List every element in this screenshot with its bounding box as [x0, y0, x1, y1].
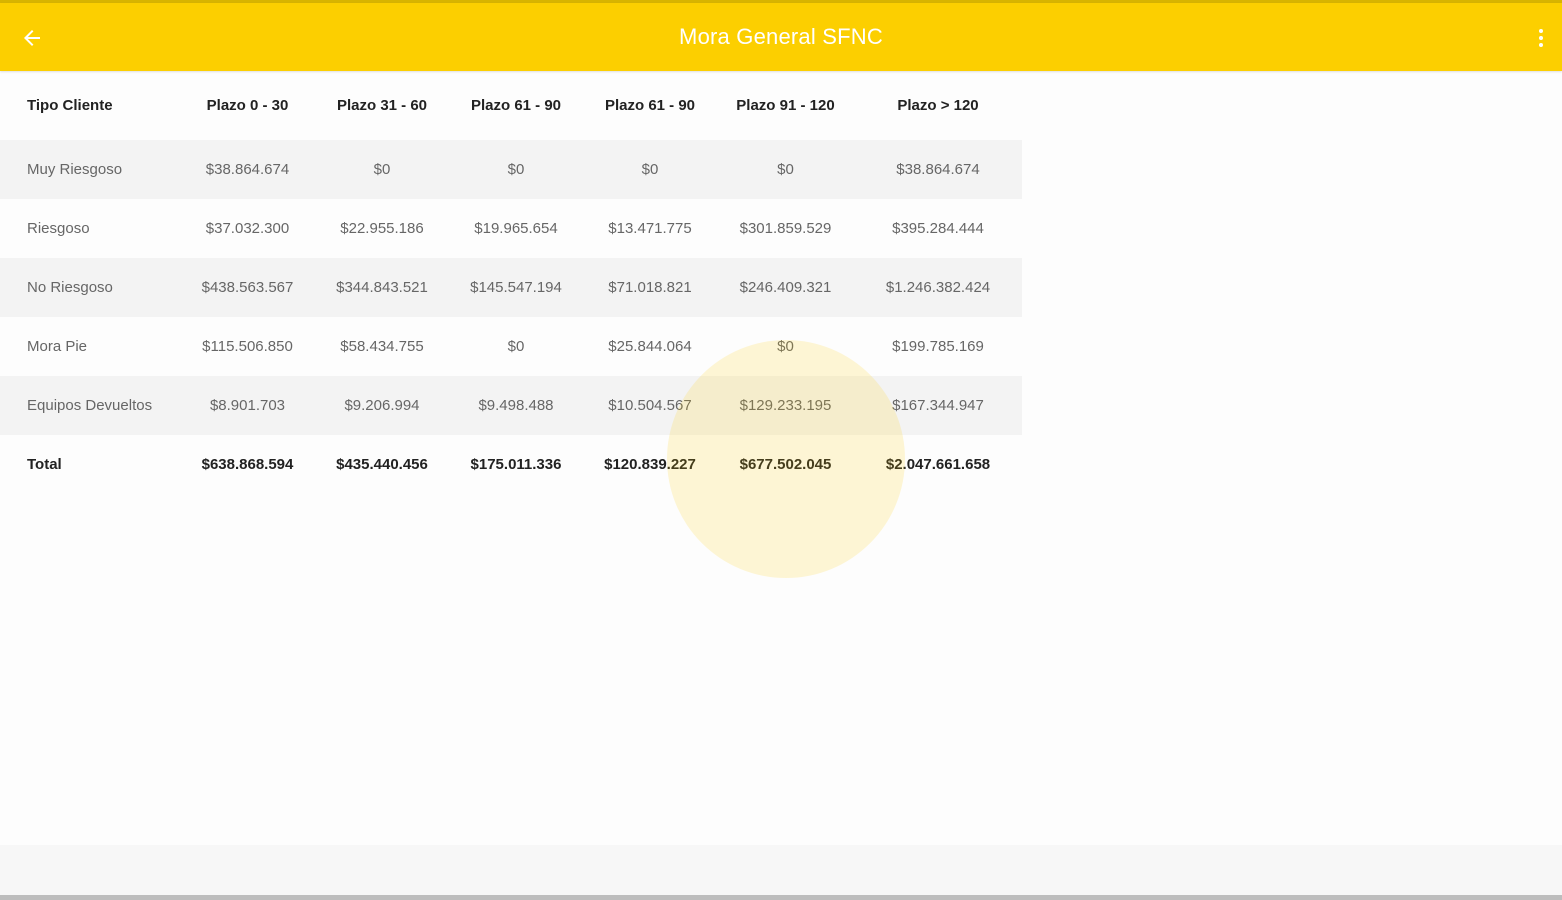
table-cell: $0	[717, 140, 854, 199]
header-plazo-61-90: Plazo 61 - 90	[470, 97, 562, 114]
table-cell: $25.844.064	[608, 338, 692, 355]
table-cell: $0	[507, 338, 525, 355]
header-plazo-31-60: Plazo 31 - 60	[336, 97, 428, 114]
total-cell: $120.839.227	[604, 456, 696, 473]
table-cell: $246.409.321	[717, 258, 854, 317]
table-cell: $38.864.674	[854, 140, 1022, 199]
row-label: Riesgoso	[27, 220, 90, 237]
table-cell: $301.859.529	[739, 220, 832, 237]
row-label: Equipos Devueltos	[0, 376, 180, 435]
row-label: Mora Pie	[27, 338, 88, 355]
bottom-bar	[0, 845, 1562, 895]
table-cell: $38.864.674	[180, 140, 315, 199]
arrow-left-icon	[24, 30, 40, 46]
table-cell: $9.498.488	[449, 376, 583, 435]
table-cell: $438.563.567	[180, 258, 315, 317]
row-label: No Riesgoso	[0, 258, 180, 317]
back-button[interactable]	[12, 18, 52, 58]
table-cell: $58.434.755	[340, 338, 424, 355]
table-cell: $199.785.169	[892, 338, 984, 355]
table-cell: $9.206.994	[315, 376, 449, 435]
header-tipo-cliente: Tipo Cliente	[27, 97, 113, 114]
table-cell: $10.504.567	[583, 376, 717, 435]
table-row: Equipos Devueltos $8.901.703 $9.206.994 …	[0, 376, 1022, 435]
header-plazo-120-plus: Plazo > 120	[897, 97, 979, 114]
page-title: Mora General SFNC	[679, 24, 883, 49]
table-cell: $145.547.194	[449, 258, 583, 317]
more-vertical-icon	[1539, 29, 1543, 47]
table-cell: $1.246.382.424	[854, 258, 1022, 317]
header-plazo-61-90-b: Plazo 61 - 90	[604, 97, 696, 114]
mora-table: Tipo Cliente Plazo 0 - 30 Plazo 31 - 60 …	[0, 71, 1022, 494]
table-cell: $71.018.821	[583, 258, 717, 317]
table-header-row: Tipo Cliente Plazo 0 - 30 Plazo 31 - 60 …	[0, 71, 1022, 140]
mora-table-container: Tipo Cliente Plazo 0 - 30 Plazo 31 - 60 …	[0, 71, 1022, 494]
app-screen: Mora General SFNC Tipo Cliente Plazo 0 -…	[0, 0, 1562, 900]
table-row: Riesgoso $37.032.300 $22.955.186 $19.965…	[0, 199, 1022, 258]
table-cell: $22.955.186	[340, 220, 424, 237]
table-cell: $115.506.850	[202, 338, 293, 355]
total-label: Total	[27, 456, 62, 473]
total-row: Total $638.868.594 $435.440.456 $175.011…	[0, 435, 1022, 494]
overflow-menu-button[interactable]	[1526, 18, 1556, 58]
table-cell: $395.284.444	[892, 220, 984, 237]
table-cell: $0	[449, 140, 583, 199]
table-cell: $19.965.654	[474, 220, 558, 237]
table-cell: $37.032.300	[205, 220, 290, 237]
row-label: Muy Riesgoso	[0, 140, 180, 199]
table-cell: $344.843.521	[315, 258, 449, 317]
total-cell: $175.011.336	[470, 456, 562, 473]
table-row: Mora Pie $115.506.850 $58.434.755 $0 $25…	[0, 317, 1022, 376]
total-cell: $435.440.456	[336, 456, 428, 473]
total-cell: $638.868.594	[201, 456, 294, 473]
table-cell: $0	[777, 338, 794, 355]
table-row: Muy Riesgoso $38.864.674 $0 $0 $0 $0 $38…	[0, 140, 1022, 199]
table-cell: $129.233.195	[717, 376, 854, 435]
app-bar: Mora General SFNC	[0, 3, 1562, 71]
table-cell: $0	[315, 140, 449, 199]
bottom-divider	[0, 895, 1562, 900]
table-cell: $8.901.703	[180, 376, 315, 435]
header-plazo-0-30: Plazo 0 - 30	[206, 97, 289, 114]
table-cell: $0	[583, 140, 717, 199]
header-plazo-91-120: Plazo 91 - 120	[736, 97, 835, 114]
table-cell: $167.344.947	[854, 376, 1022, 435]
table-cell: $13.471.775	[608, 220, 692, 237]
total-cell: $2.047.661.658	[885, 456, 991, 473]
table-row: No Riesgoso $438.563.567 $344.843.521 $1…	[0, 258, 1022, 317]
total-cell: $677.502.045	[739, 456, 832, 473]
